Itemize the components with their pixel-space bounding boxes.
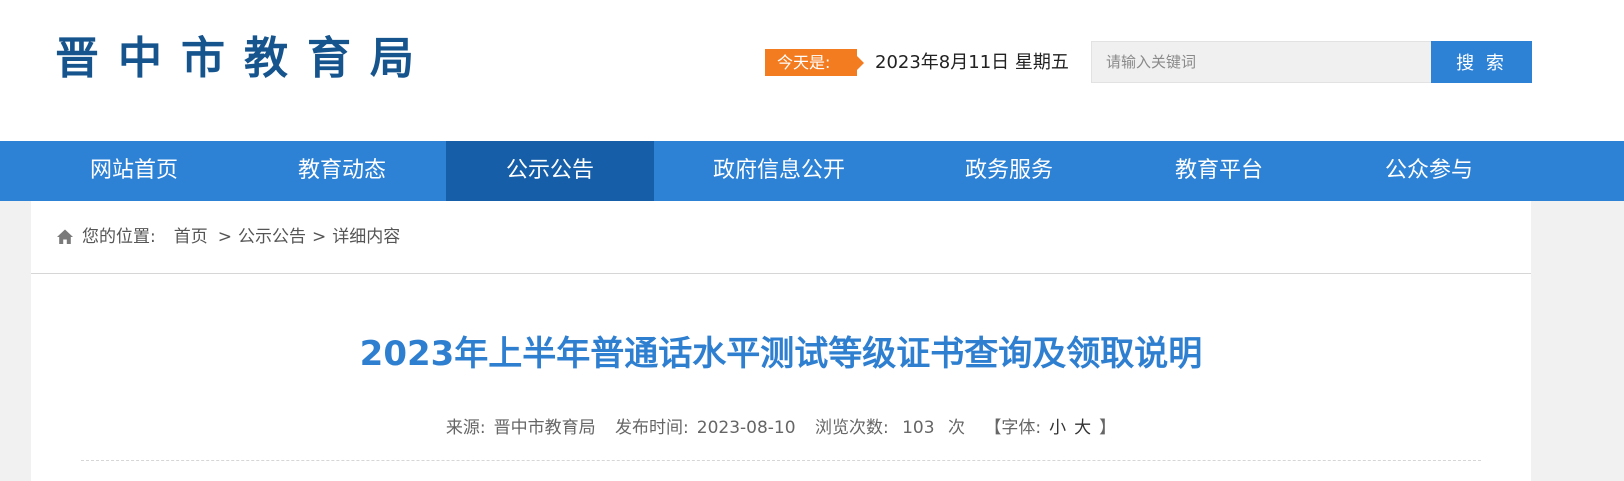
nav-item-home[interactable]: 网站首页 — [30, 141, 238, 201]
font-small-button[interactable]: 小 — [1049, 418, 1066, 438]
views-label: 浏览次数: — [814, 418, 889, 438]
date-label-badge: 今天是: — [765, 49, 864, 76]
nav-item-gov-info[interactable]: 政府信息公开 — [654, 141, 904, 201]
views-unit: 次 — [947, 418, 965, 438]
main-nav: 网站首页 教育动态 公示公告 政府信息公开 政务服务 教育平台 公众参与 — [0, 141, 1624, 201]
published-label: 发布时间: — [615, 418, 689, 438]
breadcrumb-separator: > — [217, 227, 232, 247]
font-size-close: 】 — [1099, 418, 1117, 438]
breadcrumb-current: 详细内容 — [332, 227, 401, 247]
breadcrumb-home-link[interactable]: 首页 — [174, 201, 208, 273]
nav-item-education-news[interactable]: 教育动态 — [238, 141, 446, 201]
search-input[interactable] — [1091, 41, 1431, 83]
site-logo[interactable]: 晋中市教育局 — [55, 30, 433, 88]
dashed-divider — [81, 460, 1481, 461]
nav-item-services[interactable]: 政务服务 — [904, 141, 1114, 201]
nav-item-edu-platform[interactable]: 教育平台 — [1114, 141, 1324, 201]
nav-item-announcements[interactable]: 公示公告 — [446, 141, 654, 201]
article-title: 2023年上半年普通话水平测试等级证书查询及领取说明 — [359, 334, 1203, 374]
source-value: 晋中市教育局 — [493, 418, 596, 438]
home-icon — [57, 229, 73, 244]
breadcrumb-section-link[interactable]: 公示公告 — [238, 201, 306, 273]
divider — [31, 273, 1531, 274]
search-button[interactable]: 搜 索 — [1431, 41, 1532, 83]
breadcrumb: 您的位置: 首页 > 公示公告 > 详细内容 — [56, 201, 400, 273]
current-date: 2023年8月11日 星期五 — [875, 52, 1069, 73]
breadcrumb-prefix: 您的位置: — [82, 227, 156, 247]
views-count: 103 — [902, 418, 935, 438]
article-meta: 来源: 晋中市教育局 发布时间: 2023-08-10 浏览次数: 103 次 【字… — [31, 413, 1531, 438]
site-header: 晋中市教育局 今天是: 2023年8月11日 星期五 搜 索 — [0, 0, 1624, 141]
font-size-label: 【字体: — [984, 418, 1042, 438]
breadcrumb-separator: > — [311, 227, 327, 247]
source-label: 来源: — [445, 418, 486, 438]
font-large-button[interactable]: 大 — [1074, 418, 1091, 438]
nav-item-participation[interactable]: 公众参与 — [1324, 141, 1534, 201]
published-value: 2023-08-10 — [696, 418, 796, 438]
content-panel: 您的位置: 首页 > 公示公告 > 详细内容 2023年上半年普通话水平测试等级… — [31, 201, 1531, 481]
